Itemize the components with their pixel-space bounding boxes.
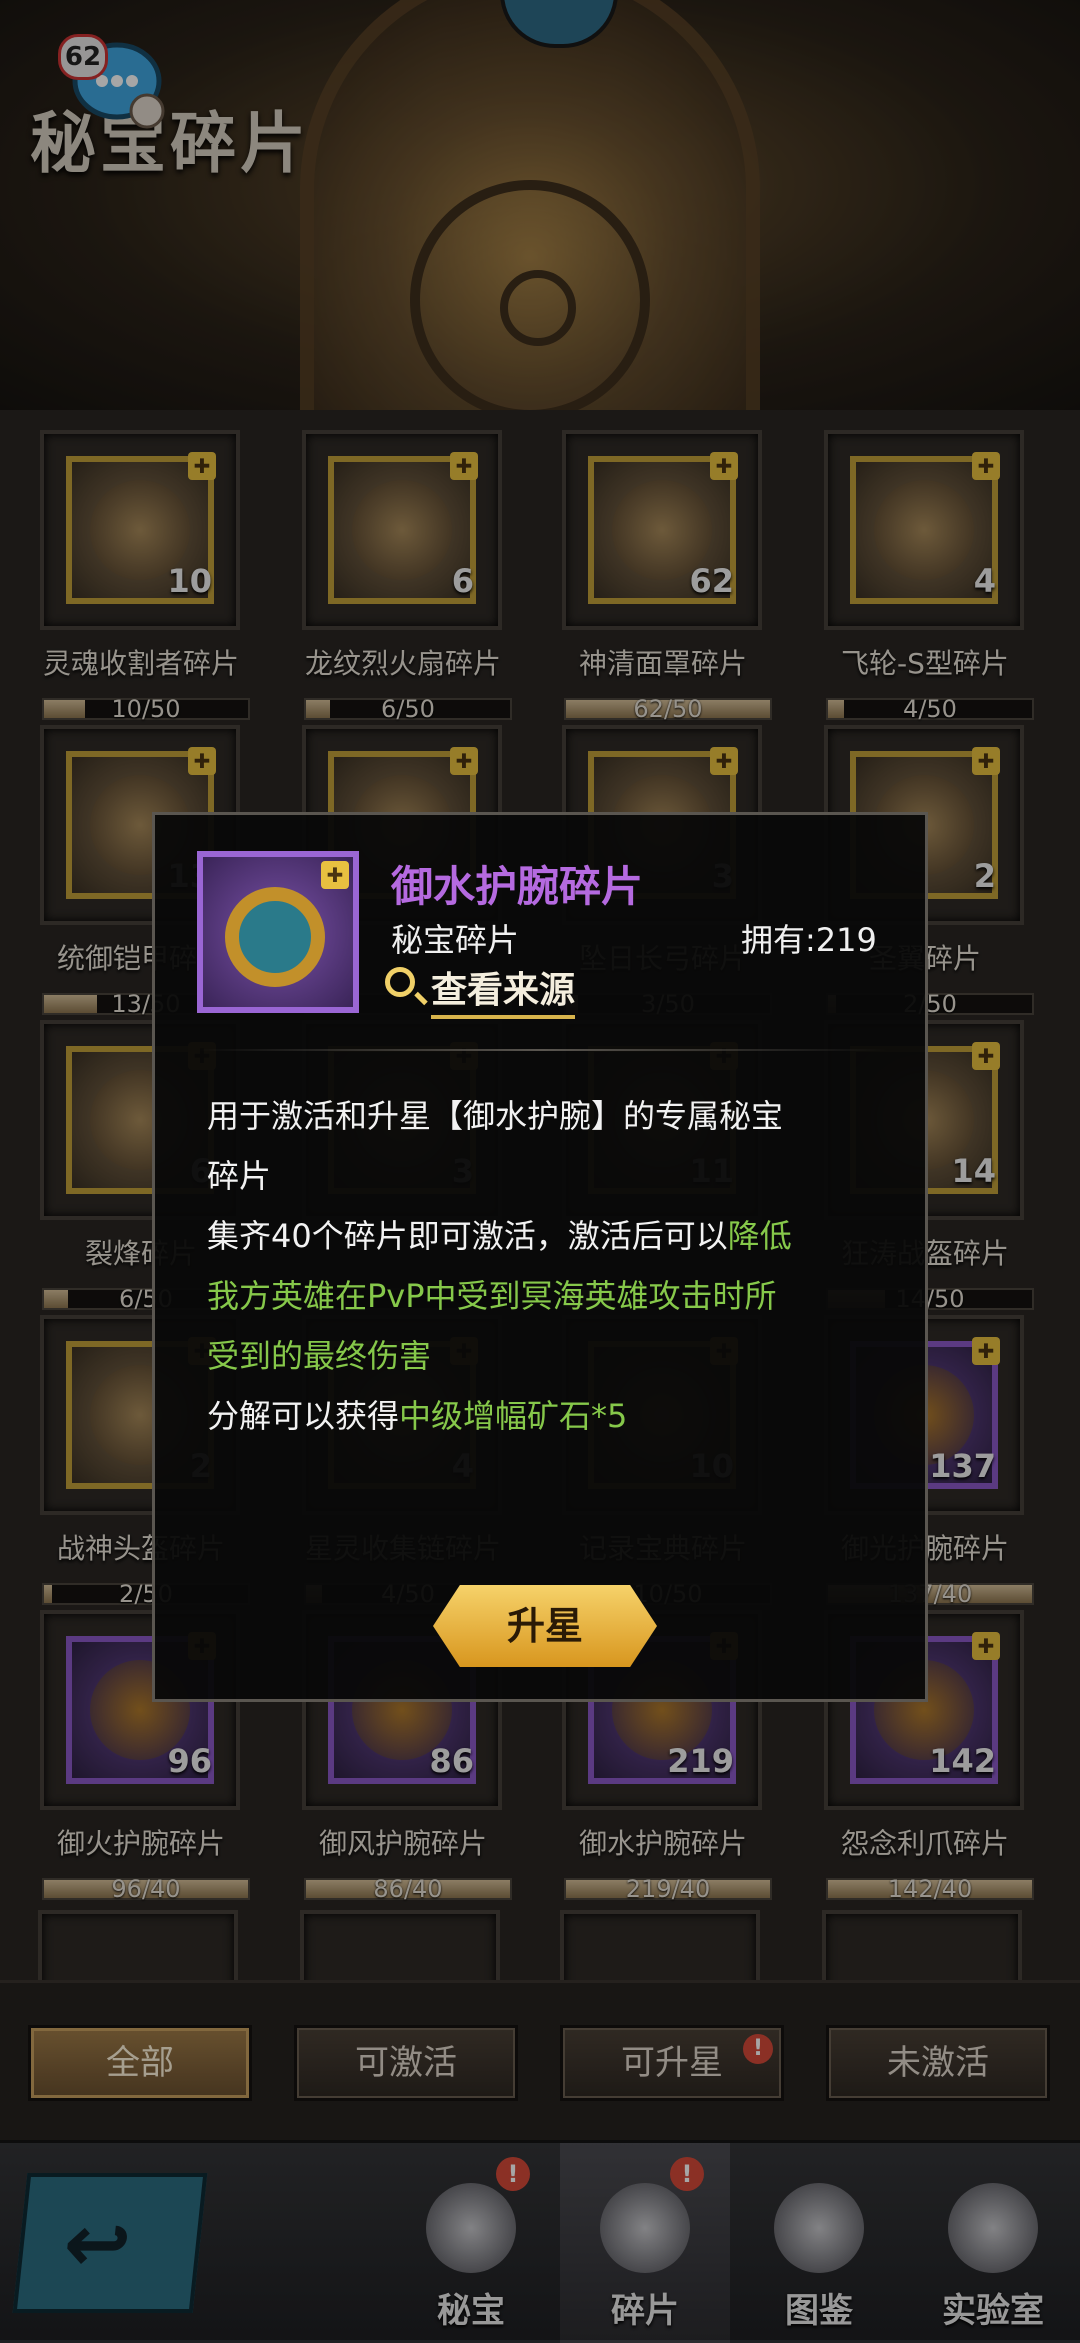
item-name: 御水护腕碎片: [391, 862, 644, 911]
item-type: 秘宝碎片: [391, 921, 520, 959]
description-line-highlight: 我方英雄在PvP中受到冥海英雄攻击时所: [207, 1277, 777, 1315]
item-icon-frame: ✚: [197, 851, 359, 1013]
magnifier-icon: [385, 967, 415, 997]
description-text: 分解可以获得: [207, 1397, 400, 1435]
highlight-text: 降低: [727, 1217, 792, 1255]
divider: [197, 1049, 887, 1051]
description-text: 集齐40个碎片即可激活，激活后可以: [207, 1217, 728, 1255]
upgrade-button-label: 升星: [506, 1604, 583, 1648]
upgrade-star-button[interactable]: 升星: [433, 1585, 657, 1667]
owned-count: 拥有:219: [741, 921, 877, 959]
description-line: 分解可以获得中级增幅矿石*5: [207, 1391, 627, 1437]
description-line: 碎片: [207, 1157, 272, 1195]
highlight-text: 中级增幅矿石*5: [399, 1397, 628, 1435]
description-line-highlight: 受到的最终伤害: [207, 1337, 432, 1375]
description-line: 集齐40个碎片即可激活，激活后可以降低: [207, 1211, 792, 1257]
view-source-label: 查看来源: [431, 961, 576, 1019]
description-line: 用于激活和升星【御水护腕】的专属秘宝: [207, 1097, 784, 1135]
puzzle-piece-icon: ✚: [321, 861, 349, 889]
fragment-detail-dialog: ✚ 御水护腕碎片 秘宝碎片 拥有:219 查看来源 用于激活和升星【御水护腕】的…: [152, 812, 928, 1702]
bracer-ring-icon: [225, 887, 325, 987]
